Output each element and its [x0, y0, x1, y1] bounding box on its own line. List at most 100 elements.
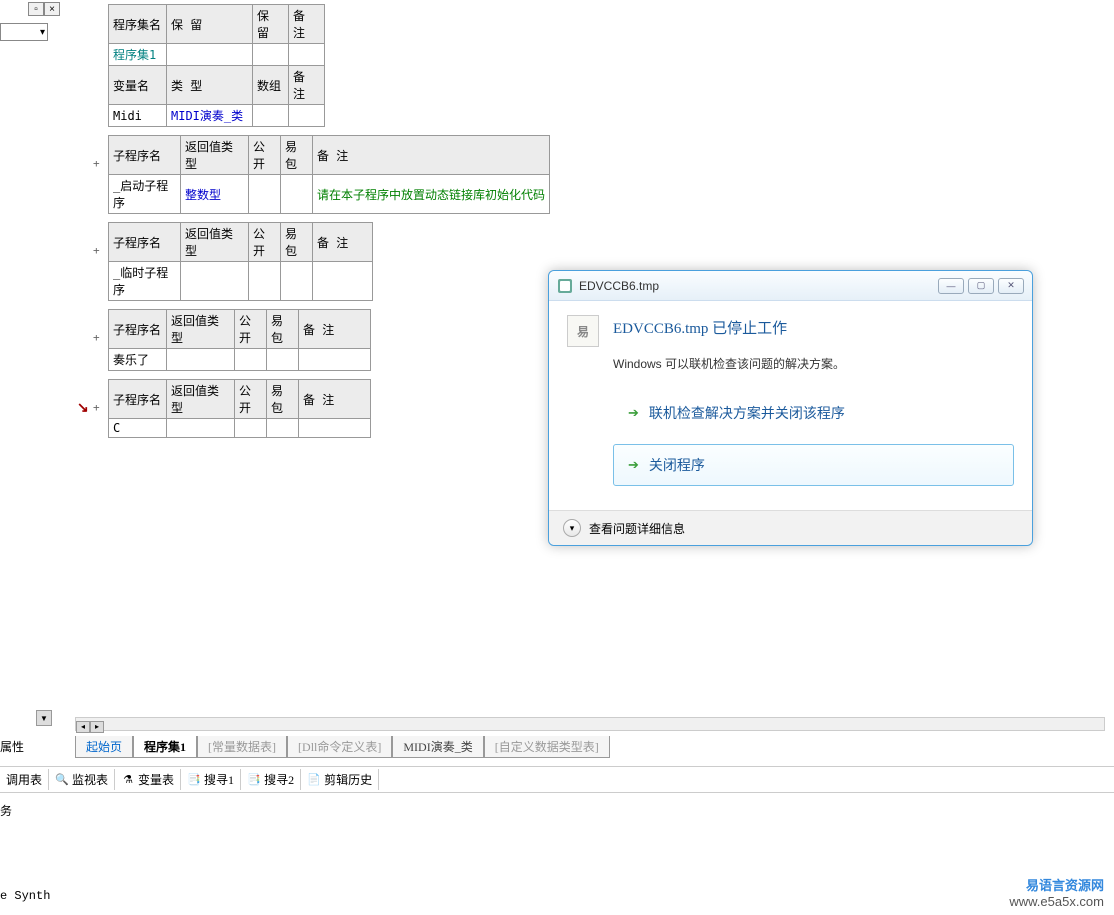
cell-ret[interactable] [181, 262, 249, 301]
th-reserve1: 保 留 [167, 5, 253, 44]
tab-call-table[interactable]: 调用表 [0, 769, 49, 790]
tab-clip-history[interactable]: 📄剪辑历史 [301, 769, 379, 790]
cell-reserve2[interactable] [253, 44, 289, 66]
option-check-online-button[interactable]: ➔ 联机检查解决方案并关闭该程序 [613, 392, 1014, 434]
th: 易包 [267, 380, 299, 419]
tab-dll-commands[interactable]: [Dll命令定义表] [287, 736, 392, 758]
horizontal-scrollbar[interactable]: ◂▸ [75, 717, 1105, 731]
th: 公开 [235, 310, 267, 349]
dropdown-selector[interactable] [0, 23, 48, 41]
expand-details-button[interactable]: ▾ [563, 519, 581, 537]
dialog-message: Windows 可以联机检查该问题的解决方案。 [613, 355, 1014, 372]
sub1-table: 子程序名 返回值类型 公开 易包 备 注 _启动子程序 整数型 请在本子程序中放… [108, 135, 550, 214]
cell-remark[interactable] [299, 419, 371, 438]
cell-ret[interactable] [167, 419, 235, 438]
cell-var-remark[interactable] [289, 105, 325, 127]
dialog-title-text: EDVCCB6.tmp [579, 279, 938, 293]
th: 返回值类型 [181, 136, 249, 175]
history-icon: 📄 [307, 773, 321, 787]
cell-remark[interactable] [299, 349, 371, 371]
th: 易包 [281, 223, 313, 262]
cell-var-type[interactable]: MIDI演奏_类 [167, 105, 253, 127]
crash-dialog: EDVCCB6.tmp — ▢ ✕ 易 EDVCCB6.tmp 已停止工作 Wi… [548, 270, 1033, 546]
cell-sub-name[interactable]: _启动子程序 [109, 175, 181, 214]
details-label[interactable]: 查看问题详细信息 [589, 520, 685, 537]
cell-public[interactable] [249, 262, 281, 301]
tab-program-set-1[interactable]: 程序集1 [133, 736, 197, 758]
cell-epkg[interactable] [281, 175, 313, 214]
cell-array[interactable] [253, 105, 289, 127]
panel-restore-button[interactable]: ▫ [28, 2, 44, 16]
cell-remark[interactable]: 请在本子程序中放置动态链接库初始化代码 [313, 175, 550, 214]
tab-constants-table[interactable]: [常量数据表] [197, 736, 287, 758]
program-icon: 易 [567, 315, 599, 347]
label: 搜寻2 [264, 771, 294, 788]
fold-toggle-icon[interactable]: + [93, 157, 100, 170]
label: 搜寻1 [204, 771, 234, 788]
cell-epkg[interactable] [281, 262, 313, 301]
sub4-table: 子程序名 返回值类型 公开 易包 备 注 C [108, 379, 371, 438]
editor-tabs: 起始页 程序集1 [常量数据表] [Dll命令定义表] MIDI演奏_类 [自定… [75, 736, 610, 758]
cell-public[interactable] [249, 175, 281, 214]
dialog-titlebar[interactable]: EDVCCB6.tmp — ▢ ✕ [549, 271, 1032, 301]
cell-ret[interactable] [167, 349, 235, 371]
tab-variable-table[interactable]: ⚗变量表 [115, 769, 181, 790]
status-text: 务 [0, 802, 12, 819]
cell-sub-name[interactable]: _临时子程序 [109, 262, 181, 301]
watermark-url: www.e5a5x.com [1009, 894, 1104, 909]
th-reserve2: 保 留 [253, 5, 289, 44]
tab-search1[interactable]: 📑搜寻1 [181, 769, 241, 790]
label: 监视表 [72, 771, 108, 788]
variables-icon: ⚗ [121, 773, 135, 787]
watermark-name: 易语言资源网 [1009, 875, 1104, 894]
th-remark: 备 注 [289, 5, 325, 44]
cell-remark[interactable] [289, 44, 325, 66]
option-close-program-button[interactable]: ➔ 关闭程序 [613, 444, 1014, 486]
footer-synth-text: e Synth [0, 889, 50, 903]
label: 调用表 [6, 771, 42, 788]
dialog-heading: EDVCCB6.tmp 已停止工作 [613, 317, 787, 347]
maximize-button[interactable]: ▢ [968, 278, 994, 294]
cell-program-name[interactable]: 程序集1 [109, 44, 167, 66]
th-program-name: 程序集名 [109, 5, 167, 44]
fold-toggle-icon[interactable]: + [93, 401, 100, 414]
cell-var-name[interactable]: Midi [109, 105, 167, 127]
scroll-right-button[interactable]: ▸ [90, 721, 104, 733]
cell-ret-type[interactable]: 整数型 [181, 175, 249, 214]
arrow-icon: ➔ [628, 457, 639, 473]
sub3-table: 子程序名 返回值类型 公开 易包 备 注 奏乐了 [108, 309, 371, 371]
cell-reserve1[interactable] [167, 44, 253, 66]
cell-remark[interactable] [313, 262, 373, 301]
fold-toggle-icon[interactable]: + [93, 244, 100, 257]
panel-close-button[interactable]: × [44, 2, 60, 16]
tab-watch-table[interactable]: 🔍监视表 [49, 769, 115, 790]
th: 易包 [281, 136, 313, 175]
search-icon: 🔍 [55, 773, 69, 787]
tab-start-page[interactable]: 起始页 [75, 736, 133, 758]
arrow-icon: ➔ [628, 405, 639, 421]
th: 备 注 [299, 310, 371, 349]
th-array: 数组 [253, 66, 289, 105]
minimize-button[interactable]: — [938, 278, 964, 294]
tab-custom-datatypes[interactable]: [自定义数据类型表] [484, 736, 610, 758]
cell-public[interactable] [235, 419, 267, 438]
option-label: 联机检查解决方案并关闭该程序 [649, 403, 845, 423]
program-set-table: 程序集名 保 留 保 留 备 注 程序集1 变量名 类 型 数组 备 注 Mid… [108, 4, 325, 127]
option-label: 关闭程序 [649, 455, 705, 475]
th: 返回值类型 [167, 310, 235, 349]
scroll-down-button[interactable]: ▼ [36, 710, 52, 726]
cell-epkg[interactable] [267, 419, 299, 438]
scroll-left-button[interactable]: ◂ [76, 721, 90, 733]
close-button[interactable]: ✕ [998, 278, 1024, 294]
cell-epkg[interactable] [267, 349, 299, 371]
th: 备 注 [313, 223, 373, 262]
cell-public[interactable] [235, 349, 267, 371]
cell-sub-name[interactable]: C [109, 419, 167, 438]
cell-sub-name[interactable]: 奏乐了 [109, 349, 167, 371]
tab-midi-class[interactable]: MIDI演奏_类 [392, 736, 483, 758]
th: 返回值类型 [167, 380, 235, 419]
fold-toggle-icon[interactable]: + [93, 331, 100, 344]
tab-search2[interactable]: 📑搜寻2 [241, 769, 301, 790]
th: 备 注 [299, 380, 371, 419]
watermark: 易语言资源网 www.e5a5x.com [1009, 875, 1104, 909]
